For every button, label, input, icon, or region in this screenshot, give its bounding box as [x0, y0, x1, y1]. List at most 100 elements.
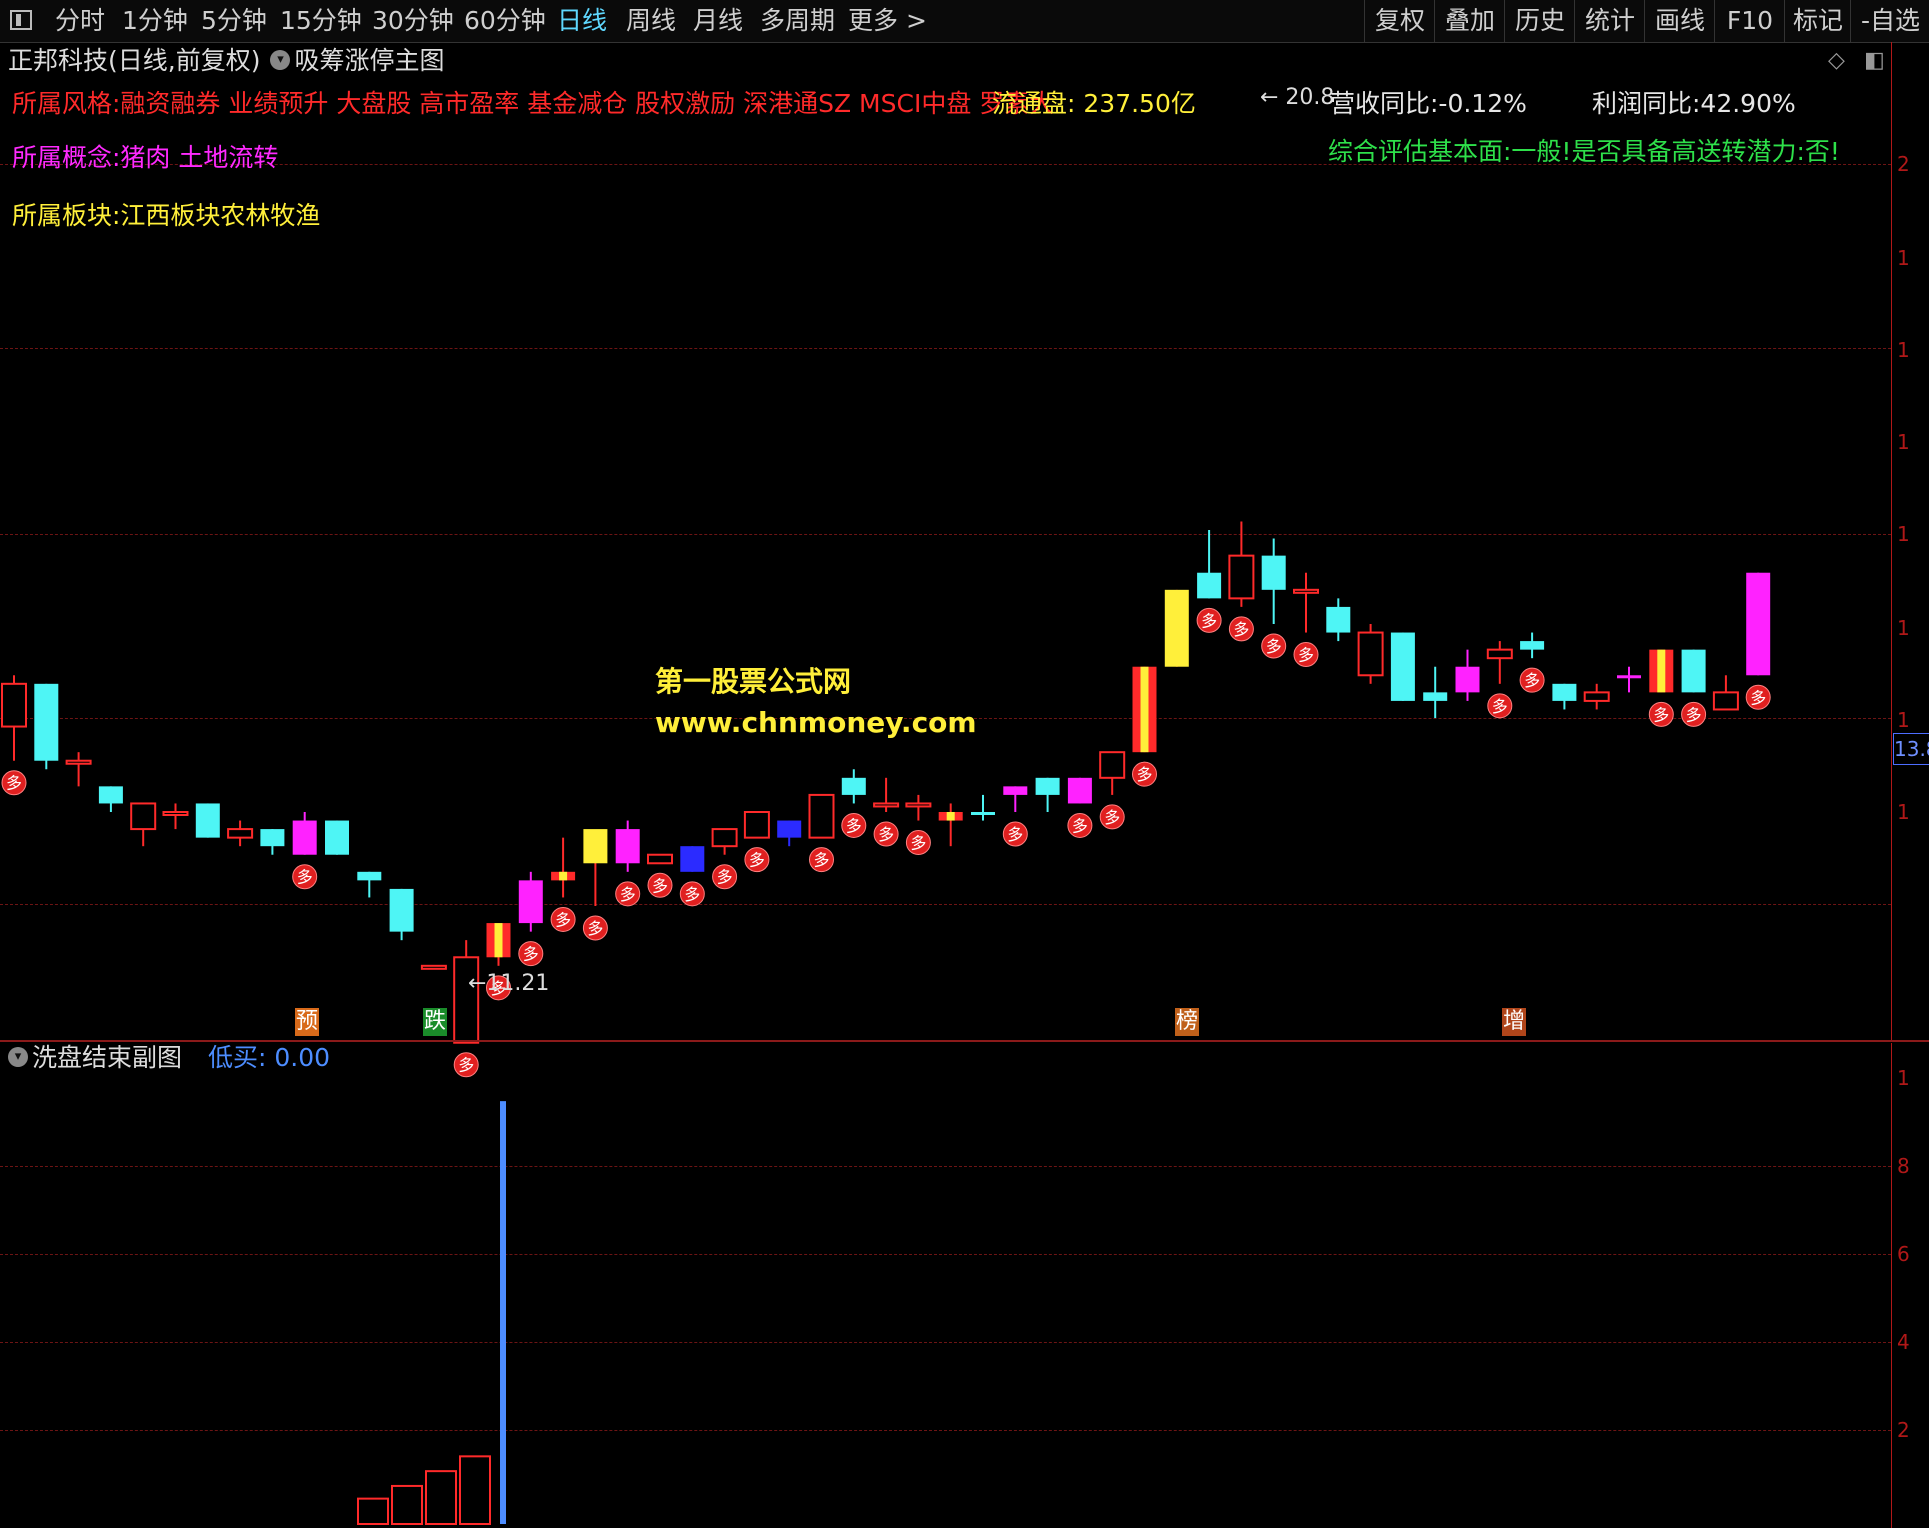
fundamental-assessment: 综合评估基本面:一般!是否具备高送转潜力:否! [1328, 137, 1840, 166]
buy-signal-glyph: 多 [717, 868, 733, 887]
buy-signal-glyph: 多 [1136, 765, 1152, 784]
style-line: 所属风格:融资融券 业绩预升 大盘股 高市盈率 基金减仓 股权激励 深港通SZ … [12, 89, 1055, 118]
buy-signal-glyph: 多 [6, 774, 22, 793]
buy-signal-glyph: 多 [620, 885, 636, 904]
candle-body [227, 828, 254, 839]
candle-body [1099, 751, 1126, 779]
buy-signal-glyph: 多 [846, 816, 862, 835]
candle-body [1746, 572, 1771, 676]
price-axis-label: 2 [1897, 152, 1910, 176]
buy-signal-glyph: 多 [1298, 646, 1314, 665]
price-axis-label: 1 [1897, 430, 1910, 454]
low-buy-value: 低买: 0.00 [207, 1043, 331, 1072]
candle-body [1228, 554, 1255, 600]
low-price-marker: ←11.21 [468, 971, 549, 996]
buy-signal-glyph: 多 [458, 1056, 474, 1075]
sub-axis-label: 4 [1897, 1330, 1910, 1354]
candle-body [1583, 691, 1610, 702]
price-axis-label: 1 [1897, 338, 1910, 362]
candle-body [1, 682, 27, 728]
tag-die: 跌 [423, 1008, 447, 1036]
buy-signal-glyph: 多 [1072, 816, 1088, 835]
washout-bar [391, 1484, 423, 1526]
sub-indicator-dropdown-icon[interactable]: ▾ [8, 1047, 28, 1067]
profit-yoy: 利润同比:42.90% [1592, 89, 1796, 118]
candle-body [65, 759, 92, 765]
buy-signal-glyph: 多 [749, 851, 765, 870]
candle-limit-stripe [1657, 649, 1666, 693]
buy-signal-glyph: 多 [684, 885, 700, 904]
sub-axis-label: 2 [1897, 1418, 1910, 1442]
candle-body [1712, 691, 1739, 711]
candle-body [130, 802, 157, 831]
candle-limit-stripe [494, 923, 503, 958]
float-value: 237.50亿 [1083, 89, 1196, 118]
float-shares: 流通盘: 237.50亿 [992, 84, 1196, 120]
buy-signal-glyph: 多 [297, 868, 313, 887]
buy-signal-glyph: 多 [1492, 697, 1508, 716]
candle-body [1390, 632, 1415, 701]
buy-signal-glyph: 多 [878, 825, 894, 844]
candle-body [680, 846, 705, 872]
candle-body [1197, 572, 1222, 599]
candle-body [357, 871, 382, 881]
tag-bang: 榜 [1175, 1008, 1199, 1036]
candle-body [1164, 589, 1189, 667]
float-label: 流通盘: [992, 89, 1076, 118]
candle-body [1617, 675, 1641, 679]
tag-zeng: 增 [1502, 1008, 1526, 1036]
candle-limit-stripe [1140, 666, 1149, 753]
washout-bar [425, 1470, 457, 1525]
tag-yu: 预 [295, 1008, 319, 1036]
candle-body [808, 793, 835, 839]
candle-body [325, 820, 349, 855]
price-axis-label: 1 [1897, 800, 1910, 824]
price-axis-label: 1 [1897, 522, 1910, 546]
buy-signal-glyph: 多 [813, 851, 829, 870]
washout-bar [459, 1455, 491, 1526]
candle-body [1423, 692, 1448, 701]
buy-signal-glyph: 多 [587, 919, 603, 938]
candle-body [647, 853, 673, 865]
sub-indicator-name[interactable]: 洗盘结束副图 [32, 1043, 182, 1072]
candle-body [777, 820, 802, 838]
candle-body [195, 803, 220, 838]
candle-limit-stripe [559, 871, 568, 881]
price-axis-label: 1 [1897, 616, 1910, 640]
buy-signal-glyph: 多 [652, 876, 668, 895]
candle-body [583, 829, 608, 864]
watermark-title: 第一股票公式网 [655, 665, 852, 698]
washout-bar [357, 1497, 389, 1525]
sector-line: 所属板块:江西板块农林牧渔 [12, 201, 321, 230]
buy-signal-glyph: 多 [1201, 611, 1217, 630]
buy-signal-glyph: 多 [523, 945, 539, 964]
candle-body [743, 811, 770, 839]
buy-signal-glyph: 多 [1653, 705, 1669, 724]
watermark-url: www.chnmoney.com [655, 706, 977, 739]
candle-body [905, 802, 932, 808]
sub-axis-label: 1 [1897, 1066, 1910, 1090]
candle-body [98, 786, 123, 804]
revenue-yoy: 营收同比:-0.12% [1330, 89, 1527, 118]
sub-axis-label: 6 [1897, 1242, 1910, 1266]
candle-body [841, 777, 866, 795]
buy-signal-glyph: 多 [1686, 705, 1702, 724]
current-price-box: 13.8 [1893, 733, 1929, 765]
buy-signal-glyph: 多 [1104, 808, 1120, 827]
candle-limit-stripe [946, 812, 955, 821]
concept-line: 所属概念:猪肉 土地流转 [12, 143, 279, 172]
candle-body [1326, 606, 1351, 633]
candle-body [1681, 649, 1706, 693]
candle-body [1455, 666, 1480, 693]
sub-axis-label: 8 [1897, 1154, 1910, 1178]
buy-signal-glyph: 多 [1266, 637, 1282, 656]
candle-body [518, 880, 543, 924]
candle-body [389, 888, 414, 932]
candle-body [1003, 786, 1028, 795]
sub-chart-header: ▾ 洗盘结束副图 低买: 0.00 [8, 1041, 330, 1075]
candle-body [1067, 777, 1092, 804]
candle-body [162, 811, 189, 816]
candle-body [1520, 641, 1545, 650]
price-axis [1891, 42, 1892, 1042]
buy-signal-glyph: 多 [910, 834, 926, 853]
